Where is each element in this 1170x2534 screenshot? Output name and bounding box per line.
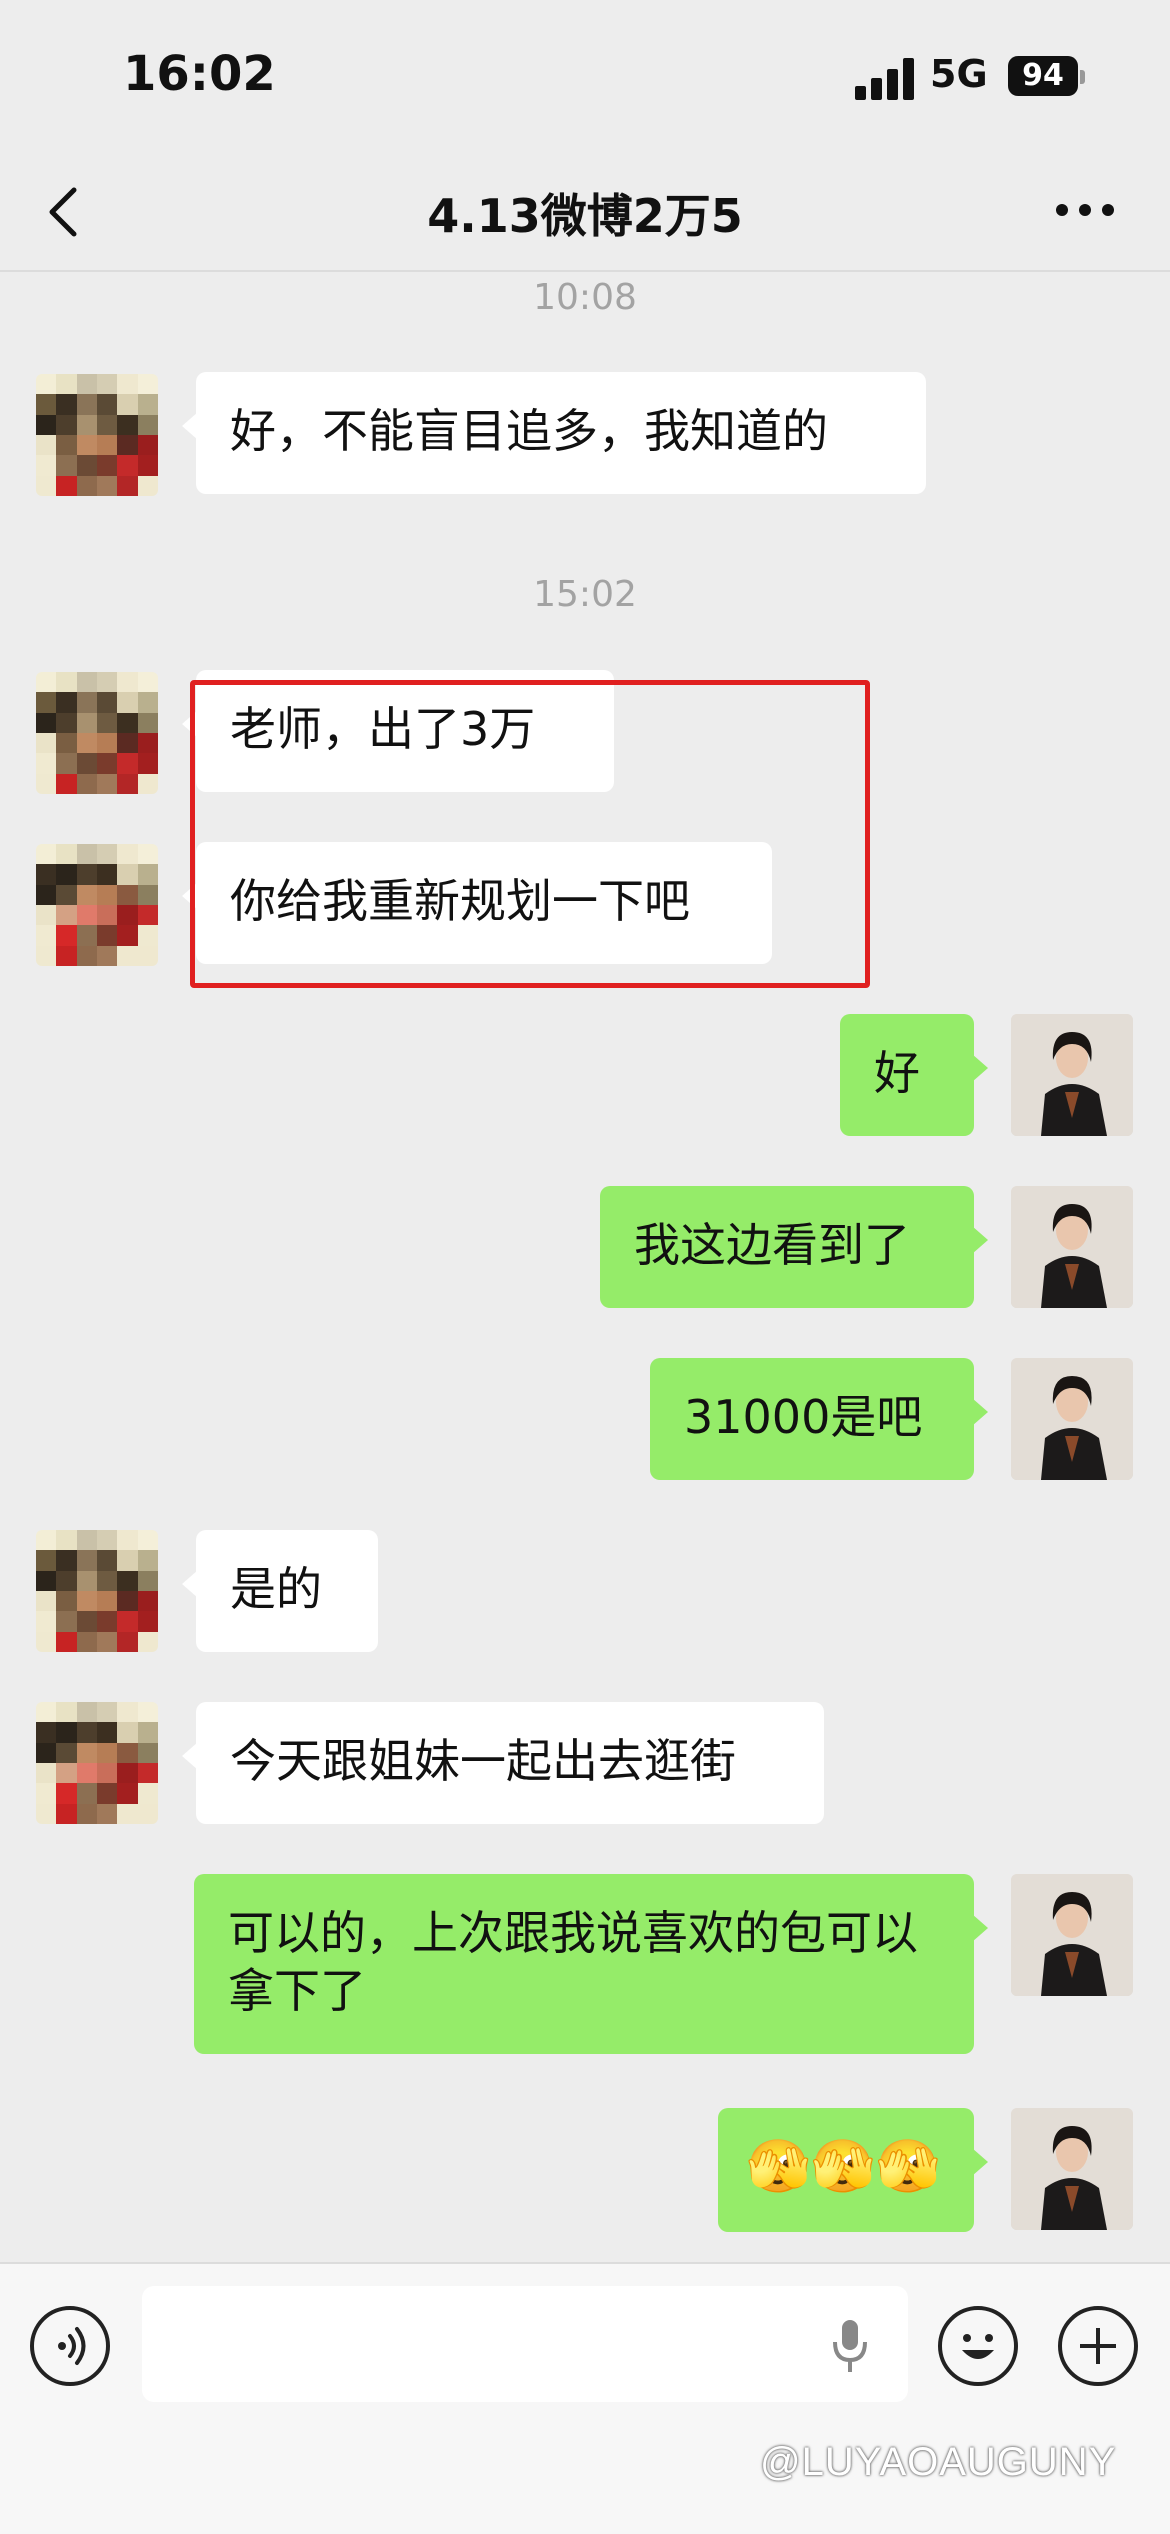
message-bubble-incoming[interactable]: 好，不能盲目追多，我知道的 (182, 372, 926, 494)
more-icon[interactable] (1050, 190, 1120, 230)
message-bubble-incoming[interactable]: 是的 (182, 1530, 378, 1652)
my-avatar[interactable] (1011, 2108, 1133, 2230)
status-time: 16:02 (123, 46, 276, 102)
message-bubble-incoming[interactable]: 今天跟姐妹一起出去逛街 (182, 1702, 824, 1824)
contact-avatar[interactable] (36, 1702, 158, 1824)
mic-icon[interactable] (830, 2316, 870, 2376)
message-input[interactable] (142, 2286, 908, 2402)
my-avatar[interactable] (1011, 1874, 1133, 1996)
contact-avatar[interactable] (36, 672, 158, 794)
message-bubble-outgoing[interactable]: 🫣🫣🫣 (718, 2108, 988, 2232)
timestamp: 15:02 (533, 574, 637, 615)
message-bubble-outgoing[interactable]: 好 (840, 1014, 988, 1136)
message-text: 31000是吧 (684, 1390, 923, 1444)
battery-tip (1080, 70, 1085, 84)
contact-avatar[interactable] (36, 844, 158, 966)
network-type: 5G (930, 52, 988, 96)
highlight-box (190, 680, 870, 988)
timestamp: 10:08 (533, 277, 637, 318)
message-bubble-outgoing[interactable]: 31000是吧 (650, 1358, 988, 1480)
plus-icon[interactable] (1058, 2306, 1138, 2386)
voice-icon[interactable] (30, 2306, 110, 2386)
my-avatar[interactable] (1011, 1358, 1133, 1480)
chat-header: 4.13微博2万5 (0, 150, 1170, 272)
message-text: 今天跟姐妹一起出去逛街 (230, 1734, 736, 1788)
message-text: 可以的，上次跟我说喜欢的包可以拿下了 (228, 1906, 918, 2018)
message-text: 我这边看到了 (634, 1218, 910, 1272)
status-bar: 16:02 5G 94 (0, 0, 1170, 150)
my-avatar[interactable] (1011, 1186, 1133, 1308)
watermark: @LUYAOAUGUNY (760, 2440, 1117, 2484)
chat-title: 4.13微博2万5 (427, 189, 743, 243)
contact-avatar[interactable] (36, 1530, 158, 1652)
battery-icon: 94 (1008, 56, 1078, 96)
message-text: 好，不能盲目追多，我知道的 (230, 404, 828, 458)
my-avatar[interactable] (1011, 1014, 1133, 1136)
contact-avatar[interactable] (36, 374, 158, 496)
message-text: 好 (874, 1046, 920, 1100)
message-bubble-outgoing[interactable]: 可以的，上次跟我说喜欢的包可以拿下了 (194, 1874, 988, 2054)
emoji-message: 🫣🫣🫣 (746, 2137, 941, 2197)
signal-icon (855, 58, 914, 100)
message-text: 是的 (230, 1562, 322, 1616)
emoji-icon[interactable] (938, 2306, 1018, 2386)
input-bar (0, 2262, 1170, 2534)
message-bubble-outgoing[interactable]: 我这边看到了 (600, 1186, 988, 1308)
